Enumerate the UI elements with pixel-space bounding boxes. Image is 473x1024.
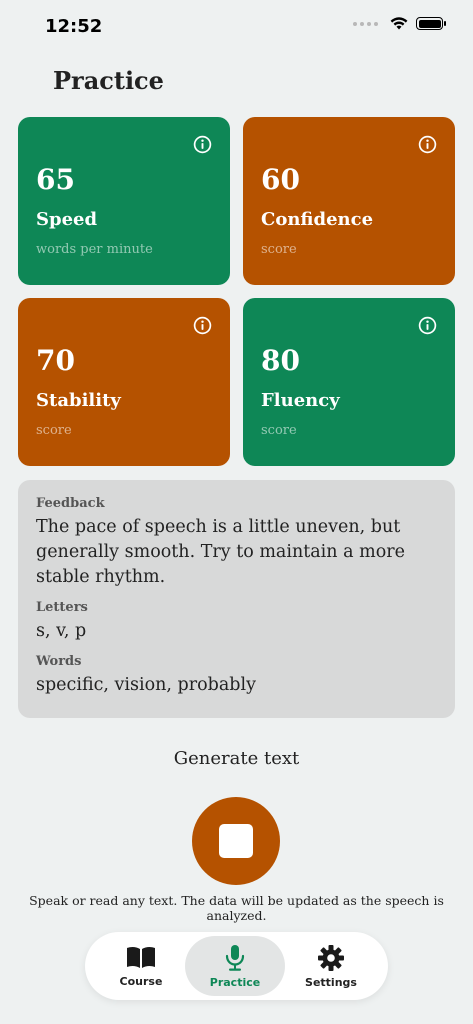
stop-icon [219,824,253,858]
cellular-icon [353,21,378,26]
metric-label: Stability [36,390,121,411]
tab-course[interactable]: Course [91,936,191,996]
metric-label: Fluency [261,390,340,411]
tab-label: Practice [209,975,261,989]
letters-heading: Letters [36,600,88,615]
metric-label: Confidence [261,209,374,230]
info-icon[interactable] [193,316,212,335]
metric-value: 70 [36,344,75,377]
metric-value: 65 [36,163,75,196]
metric-unit: score [261,242,297,257]
tab-bar: Course Practice Settings [85,932,388,1000]
metric-label: Speed [36,209,98,230]
metric-card-stability: 70 Stability score [18,298,230,466]
info-icon[interactable] [418,316,437,335]
metric-value: 60 [261,163,300,196]
feedback-heading: Feedback [36,496,105,511]
gear-icon [318,944,344,971]
wifi-icon [390,17,408,30]
generate-text-button[interactable]: Generate text [0,748,473,769]
tab-label: Course [119,974,163,988]
info-icon[interactable] [193,135,212,154]
battery-icon [416,17,446,30]
stop-recording-button[interactable] [192,797,280,885]
tab-label: Settings [305,975,357,989]
metric-unit: words per minute [36,242,153,257]
metric-unit: score [261,423,297,438]
instruction-text: Speak or read any text. The data will be… [29,893,444,923]
metric-value: 80 [261,344,300,377]
practice-screen: 12:52 Practice 65 Speed words per minute [0,0,473,1024]
info-icon[interactable] [418,135,437,154]
microphone-icon [225,944,245,971]
metric-card-confidence: 60 Confidence score [243,117,455,285]
feedback-text: The pace of speech is a little uneven, b… [36,517,405,587]
letters-text: s, v, p [36,621,87,641]
book-icon [127,946,155,968]
feedback-panel: Feedback The pace of speech is a little … [18,480,455,718]
metric-card-speed: 65 Speed words per minute [18,117,230,285]
metric-unit: score [36,423,72,438]
status-bar: 12:52 [0,0,473,54]
tab-settings[interactable]: Settings [281,936,381,996]
page-title: Practice [53,66,164,95]
status-time: 12:52 [45,16,103,37]
words-heading: Words [36,654,82,669]
tab-practice[interactable]: Practice [185,936,285,996]
metric-card-fluency: 80 Fluency score [243,298,455,466]
words-text: specific, vision, probably [36,675,256,695]
status-icons [353,17,446,30]
